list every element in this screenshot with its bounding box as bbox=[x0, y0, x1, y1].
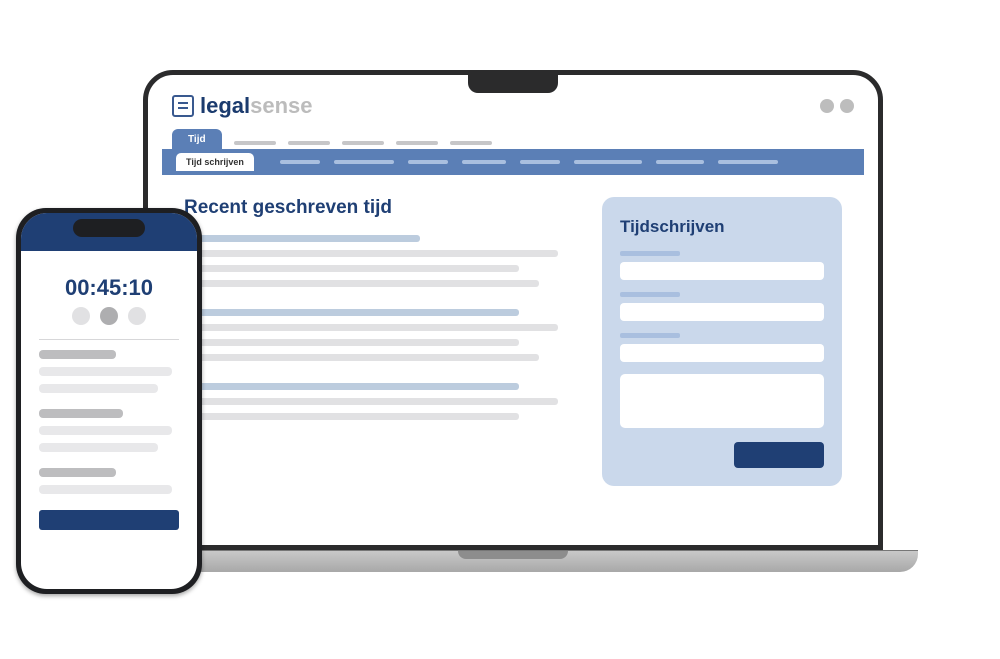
phone-submit-button[interactable] bbox=[39, 510, 179, 530]
tab-placeholder[interactable] bbox=[288, 141, 330, 145]
entry-line bbox=[184, 354, 539, 361]
subnav-item[interactable] bbox=[334, 160, 394, 164]
phone-content: 00:45:10 bbox=[21, 251, 197, 542]
timer-control-dot[interactable] bbox=[128, 307, 146, 325]
subnav-item[interactable] bbox=[462, 160, 506, 164]
header-actions bbox=[820, 99, 854, 113]
subnav-item[interactable] bbox=[574, 160, 642, 164]
entry-line bbox=[39, 350, 116, 359]
entry-line bbox=[39, 409, 123, 418]
entry-line bbox=[184, 309, 519, 316]
entry-line bbox=[184, 235, 420, 242]
entry-line bbox=[39, 443, 158, 452]
timer-display: 00:45:10 bbox=[39, 275, 179, 301]
entry-line bbox=[39, 384, 158, 393]
tab-placeholder[interactable] bbox=[234, 141, 276, 145]
tab-placeholder[interactable] bbox=[396, 141, 438, 145]
recent-time-section: Recent geschreven tijd bbox=[184, 197, 578, 486]
form-title: Tijdschrijven bbox=[620, 217, 824, 237]
phone-notch bbox=[73, 219, 145, 237]
entry-line bbox=[184, 339, 519, 346]
time-entry-block[interactable] bbox=[184, 383, 578, 420]
entry-line bbox=[184, 280, 539, 287]
header-action-dot[interactable] bbox=[840, 99, 854, 113]
phone-mockup: 00:45:10 bbox=[16, 208, 202, 594]
brand-logo[interactable]: legalsense bbox=[172, 93, 313, 119]
entry-line bbox=[184, 398, 558, 405]
divider bbox=[39, 339, 179, 340]
secondary-nav: Tijd schrijven bbox=[162, 149, 864, 175]
phone-screen: 00:45:10 bbox=[21, 213, 197, 589]
header-action-dot[interactable] bbox=[820, 99, 834, 113]
entry-line bbox=[39, 485, 172, 494]
recent-time-title: Recent geschreven tijd bbox=[184, 197, 578, 219]
tab-placeholder[interactable] bbox=[342, 141, 384, 145]
subnav-item[interactable] bbox=[280, 160, 320, 164]
document-icon bbox=[172, 95, 194, 117]
time-entry-block[interactable] bbox=[184, 235, 578, 287]
timer-controls bbox=[39, 307, 179, 325]
app-header: legalsense bbox=[162, 87, 864, 129]
entry-line bbox=[39, 426, 172, 435]
entry-line bbox=[184, 413, 519, 420]
entry-line bbox=[184, 383, 519, 390]
entry-line bbox=[184, 324, 558, 331]
entry-line bbox=[184, 250, 558, 257]
subnav-item[interactable] bbox=[718, 160, 778, 164]
brand-strong: legal bbox=[200, 93, 250, 118]
form-field-label bbox=[620, 333, 680, 338]
form-input[interactable] bbox=[620, 303, 824, 321]
form-textarea[interactable] bbox=[620, 374, 824, 428]
laptop-mockup: legalsense Tijd Tijd schrijven bbox=[143, 70, 883, 572]
timer-control-dot[interactable] bbox=[72, 307, 90, 325]
subnav-item[interactable] bbox=[520, 160, 560, 164]
time-entry-block[interactable] bbox=[184, 309, 578, 361]
phone-entry-group[interactable] bbox=[39, 350, 179, 393]
tab-tijd[interactable]: Tijd bbox=[172, 129, 222, 149]
brand-light: sense bbox=[250, 93, 312, 118]
entry-line bbox=[39, 367, 172, 376]
submit-button[interactable] bbox=[734, 442, 824, 468]
entry-line bbox=[184, 265, 519, 272]
phone-entry-group[interactable] bbox=[39, 468, 179, 494]
form-field-label bbox=[620, 292, 680, 297]
form-input[interactable] bbox=[620, 262, 824, 280]
time-entry-form: Tijdschrijven bbox=[602, 197, 842, 486]
main-content: Recent geschreven tijd bbox=[162, 175, 864, 486]
form-input[interactable] bbox=[620, 344, 824, 362]
timer-control-dot[interactable] bbox=[100, 307, 118, 325]
laptop-screen: legalsense Tijd Tijd schrijven bbox=[143, 70, 883, 550]
primary-tabs: Tijd bbox=[162, 129, 864, 149]
laptop-notch bbox=[468, 75, 558, 93]
subtab-tijd-schrijven[interactable]: Tijd schrijven bbox=[176, 153, 254, 171]
entry-line bbox=[39, 468, 116, 477]
tab-placeholder[interactable] bbox=[450, 141, 492, 145]
subnav-item[interactable] bbox=[408, 160, 448, 164]
phone-entry-group[interactable] bbox=[39, 409, 179, 452]
subnav-item[interactable] bbox=[656, 160, 704, 164]
laptop-base bbox=[108, 550, 918, 572]
form-field-label bbox=[620, 251, 680, 256]
